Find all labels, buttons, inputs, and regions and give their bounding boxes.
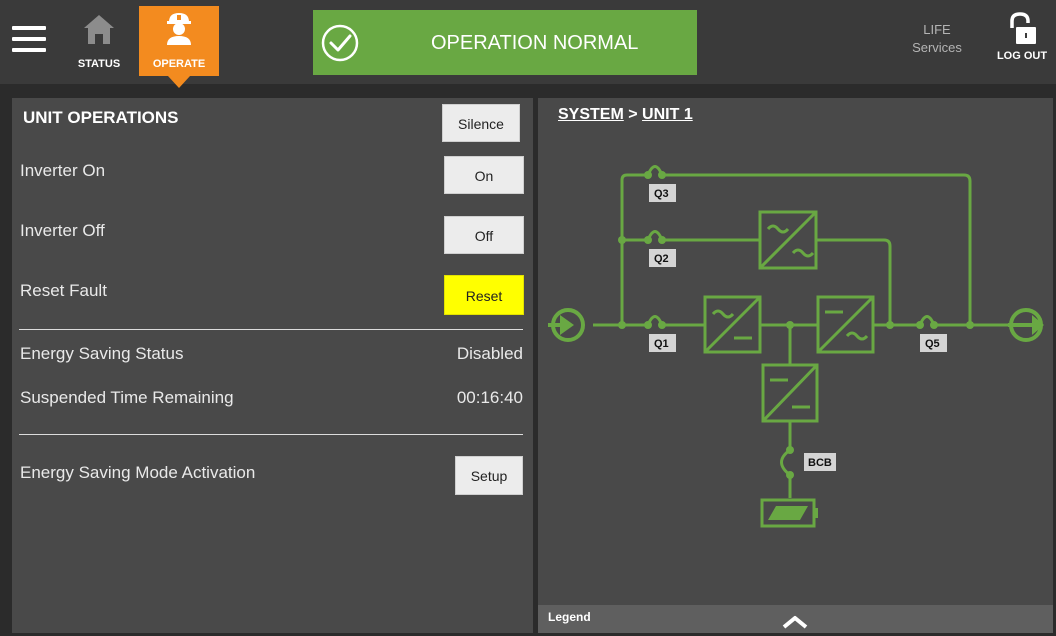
suspended-time-label: Suspended Time Remaining xyxy=(20,388,234,407)
energy-saving-status-label: Energy Saving Status xyxy=(20,344,184,363)
home-icon xyxy=(84,15,114,44)
inverter-icon xyxy=(816,295,875,354)
output-arrow-icon xyxy=(1008,308,1044,342)
unlock-icon xyxy=(1010,12,1036,44)
q3-label: Q3 xyxy=(654,188,669,200)
one-line-diagram: Q3 Q2 Q1 Q5 BCB xyxy=(548,165,1044,528)
check-circle-icon xyxy=(321,24,359,62)
inverter-off-button[interactable]: Off xyxy=(444,216,524,254)
q1-label: Q1 xyxy=(654,338,669,350)
q5-label: Q5 xyxy=(925,338,940,350)
nav-status-label: STATUS xyxy=(77,58,121,70)
worker-icon xyxy=(167,13,191,45)
divider xyxy=(19,434,523,435)
inverter-on-label: Inverter On xyxy=(20,161,106,180)
inverter-on-button[interactable]: On xyxy=(444,156,524,194)
active-tab-pointer xyxy=(168,76,190,88)
chevron-up-icon[interactable] xyxy=(782,615,808,629)
legend-bar[interactable]: Legend xyxy=(538,605,1053,633)
nav-tab-status[interactable]: STATUS xyxy=(68,8,130,76)
nav-tab-operate[interactable]: OPERATE xyxy=(139,6,219,76)
reset-fault-button[interactable]: Reset xyxy=(444,275,524,315)
panel-title: UNIT OPERATIONS xyxy=(23,108,179,127)
status-banner: OPERATION NORMAL xyxy=(313,10,697,75)
rectifier-icon xyxy=(703,295,762,354)
hamburger-menu-icon[interactable] xyxy=(12,26,46,56)
silence-button[interactable]: Silence xyxy=(442,104,520,142)
energy-saving-status-value: Disabled xyxy=(456,344,523,363)
switch-labels: Q3 Q2 Q1 Q5 BCB xyxy=(649,184,947,471)
suspended-time-value: 00:16:40 xyxy=(456,388,523,407)
top-bar: STATUS OPERATE OPERATION NORMAL LIFE Ser… xyxy=(0,0,1056,88)
input-arrow-icon xyxy=(548,308,585,342)
reset-fault-label: Reset Fault xyxy=(20,281,107,300)
setup-button[interactable]: Setup xyxy=(455,456,523,495)
system-diagram-panel: SYSTEM > UNIT 1 Q3 Q2 Q1 Q5 BCB Legend xyxy=(538,98,1053,633)
divider xyxy=(19,329,523,330)
nav-operate-label: OPERATE xyxy=(152,58,206,70)
battery-icon xyxy=(760,498,818,528)
inverter-off-label: Inverter Off xyxy=(20,221,105,240)
legend-label: Legend xyxy=(548,610,591,624)
status-message: OPERATION NORMAL xyxy=(431,32,639,54)
bcb-label: BCB xyxy=(808,457,832,469)
dc-converter-icon xyxy=(761,363,819,423)
logout-button[interactable]: LOG OUT xyxy=(990,10,1054,74)
unit-operations-panel: UNIT OPERATIONS Silence Inverter On On I… xyxy=(12,98,533,633)
life-services-line2: Services xyxy=(912,40,962,55)
bypass-static-switch-icon xyxy=(758,210,818,270)
life-services-line1: LIFE xyxy=(923,22,951,37)
energy-saving-mode-label: Energy Saving Mode Activation xyxy=(20,463,256,482)
life-services[interactable]: LIFE Services xyxy=(912,21,962,57)
q2-label: Q2 xyxy=(654,253,669,265)
logout-label: LOG OUT xyxy=(996,50,1048,62)
